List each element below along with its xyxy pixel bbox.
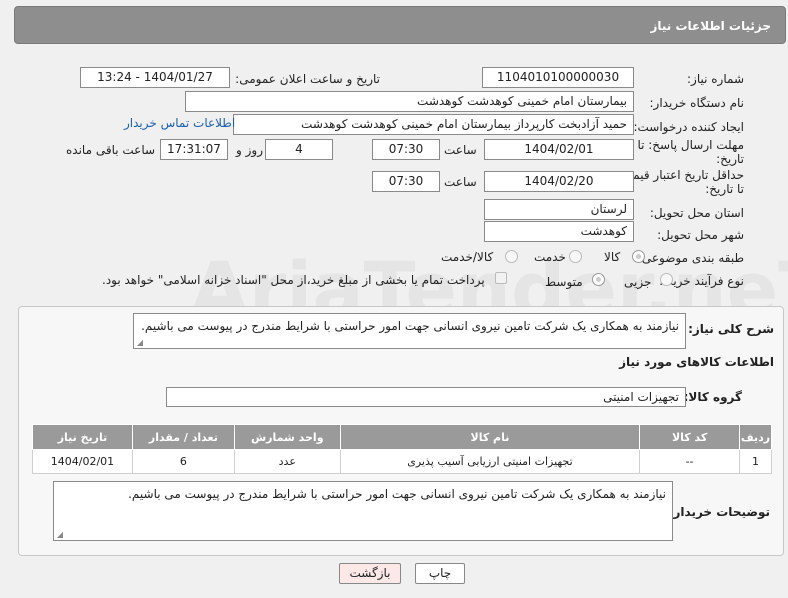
goods-group-label: گروه کالا: <box>683 390 742 404</box>
category-goods-radio[interactable] <box>632 250 645 263</box>
announce-label: تاریخ و ساعت اعلان عمومی: <box>235 72 380 86</box>
resize-grip-icon[interactable]: ◢ <box>135 339 143 347</box>
cell-need-date: 1404/02/01 <box>32 449 133 474</box>
buyer-notes-label: توضیحات خریدار: <box>668 505 770 519</box>
buyer-contact-link[interactable]: اطلاعات تماس خریدار <box>124 116 235 130</box>
header-goods-name: نام کالا <box>339 424 641 450</box>
summary-textarea[interactable]: نیازمند به همکاری یک شرکت تامین نیروی ان… <box>133 313 686 349</box>
print-button[interactable]: چاپ <box>415 563 465 584</box>
category-service-label: خدمت <box>534 250 566 264</box>
process-medium-radio[interactable] <box>592 273 605 286</box>
header-need-date: تاریخ نیاز <box>32 424 133 450</box>
summary-label: شرح کلی نیاز: <box>688 322 774 336</box>
creator-label: ایجاد کننده درخواست: <box>633 120 744 134</box>
header-quantity: تعداد / مقدار <box>131 424 235 450</box>
validity-date-field: 1404/02/20 <box>484 171 634 192</box>
need-number-label: شماره نیاز: <box>687 72 744 86</box>
cell-quantity: 6 <box>131 449 235 474</box>
city-field: کوهدشت <box>484 221 634 242</box>
summary-text: نیازمند به همکاری یک شرکت تامین نیروی ان… <box>141 319 679 333</box>
buyer-notes-textarea[interactable]: نیازمند به همکاری یک شرکت تامین نیروی ان… <box>53 481 673 541</box>
buyer-notes-text: نیازمند به همکاری یک شرکت تامین نیروی ان… <box>128 487 666 501</box>
header-unit: واحد شمارش <box>233 424 341 450</box>
need-number-field: 1104010100000030 <box>482 67 634 88</box>
deadline-label: مهلت ارسال پاسخ: تا <box>637 138 744 152</box>
goods-table: ردیف کد کالا نام کالا واحد شمارش تعداد /… <box>32 424 772 474</box>
deadline-time-label: ساعت <box>444 143 477 157</box>
days-label: روز و <box>236 143 263 157</box>
resize-grip-icon[interactable]: ◢ <box>55 531 63 539</box>
cell-goods-name: تجهیزات امنیتی ارزیابی آسیب پذیری <box>339 449 641 474</box>
deadline-time-field: 07:30 <box>372 139 440 160</box>
cell-goods-code: -- <box>639 449 741 474</box>
validity-label: حداقل تاریخ اعتبار قیمت: <box>617 168 744 182</box>
category-label: طبقه بندی موضوعی: <box>637 251 744 265</box>
province-label: استان محل تحویل: <box>649 206 744 220</box>
back-button[interactable]: بازگشت <box>339 563 401 584</box>
announce-datetime-field: 1404/01/27 - 13:24 <box>80 67 230 88</box>
category-service-radio[interactable] <box>569 250 582 263</box>
table-row: 1 -- تجهیزات امنیتی ارزیابی آسیب پذیری ع… <box>32 449 772 474</box>
province-field: لرستان <box>484 199 634 220</box>
process-minor-radio[interactable] <box>660 273 673 286</box>
buyer-org-label: نام دستگاه خریدار: <box>649 96 745 110</box>
goods-info-title: اطلاعات کالاهای مورد نیاز <box>619 355 774 369</box>
validity-time-field: 07:30 <box>372 171 440 192</box>
cell-unit: عدد <box>233 449 341 474</box>
process-minor-label: جزیی <box>624 275 652 289</box>
category-goods-service-label: کالا/خدمت <box>441 250 494 264</box>
category-goods-service-radio[interactable] <box>505 250 518 263</box>
validity-label-date: تا تاریخ: <box>705 182 744 196</box>
page-title: جزئیات اطلاعات نیاز <box>650 19 771 33</box>
creator-field: حمید آزادبخت کارپرداز بیمارستان امام خمی… <box>233 114 634 135</box>
remaining-days-field: 4 <box>265 139 333 160</box>
category-goods-label: کالا <box>604 250 621 264</box>
payment-note: پرداخت تمام یا بخشی از مبلغ خرید،از محل … <box>102 273 485 287</box>
remaining-time-field: 17:31:07 <box>160 139 228 160</box>
city-label: شهر محل تحویل: <box>657 228 744 242</box>
validity-time-label: ساعت <box>444 175 477 189</box>
header-goods-code: کد کالا <box>639 424 741 450</box>
table-header-row: ردیف کد کالا نام کالا واحد شمارش تعداد /… <box>32 424 772 450</box>
deadline-date-field: 1404/02/01 <box>484 139 634 160</box>
buyer-org-field: بیمارستان امام خمینی کوهدشت کوهدشت <box>185 91 634 112</box>
treasury-payment-checkbox[interactable] <box>495 272 507 284</box>
deadline-label-date: تاریخ: <box>716 152 744 166</box>
remaining-label: ساعت باقی مانده <box>66 143 156 157</box>
goods-group-field: تجهیزات امنیتی <box>166 387 686 407</box>
cell-row-number: 1 <box>739 449 772 474</box>
header-row-number: ردیف <box>739 424 772 450</box>
page-header: جزئیات اطلاعات نیاز <box>14 6 786 44</box>
process-medium-label: متوسط <box>545 275 583 289</box>
